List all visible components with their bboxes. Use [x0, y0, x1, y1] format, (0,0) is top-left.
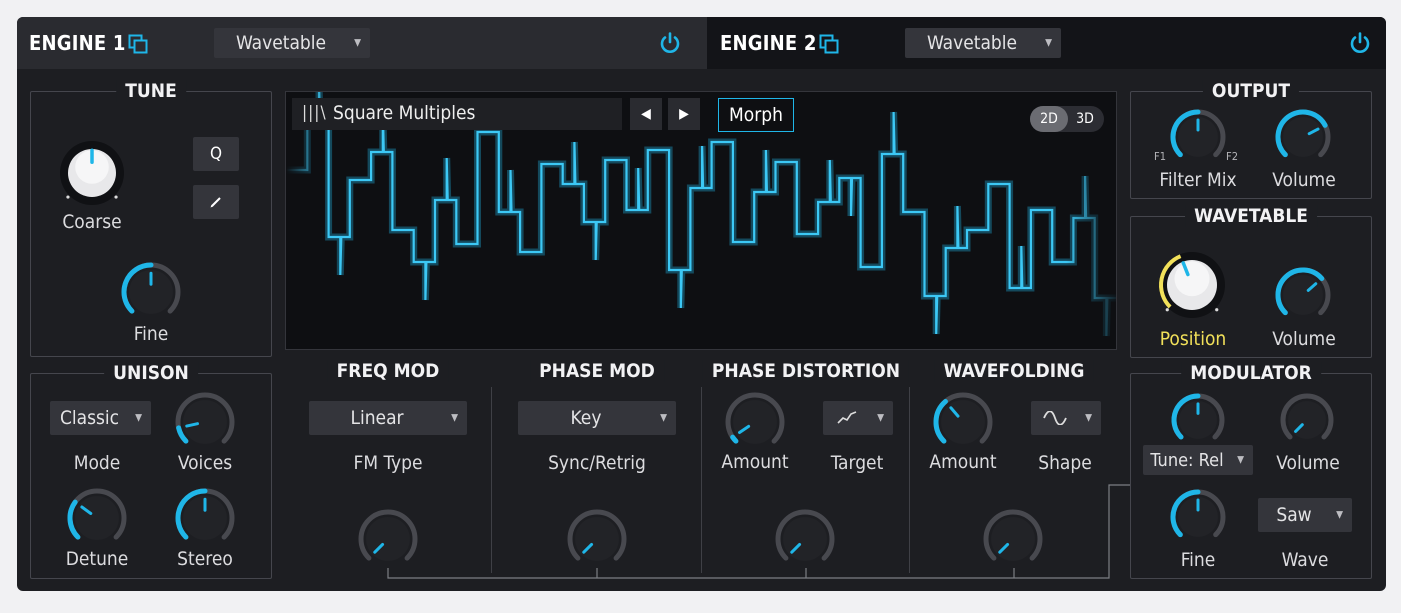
modulator-tune-value: Tune: Rel: [1150, 449, 1224, 471]
output-title: OUTPUT: [1202, 80, 1300, 102]
knob-graphic: [1170, 489, 1226, 538]
modulator-volume-knob[interactable]: [1279, 392, 1335, 448]
modulator-fine-knob[interactable]: [1169, 488, 1227, 546]
modulator-tune-dropdown[interactable]: Tune: Rel ▼: [1143, 445, 1253, 475]
filter-mix-label: Filter Mix: [1159, 169, 1237, 191]
synth-panel: ENGINE 1 Wavetable ▼ ENGINE 2 Wavetable ▼ …: [17, 17, 1386, 591]
knob-graphic: [1280, 393, 1334, 440]
knob-graphic: [1171, 393, 1225, 440]
modulator-tune-knob[interactable]: [1170, 392, 1226, 448]
position-knob[interactable]: [1155, 248, 1229, 322]
modulator-volume-label: Volume: [1276, 452, 1340, 474]
modulator-wave-value: Saw: [1276, 504, 1312, 526]
wavetable-volume-label: Volume: [1272, 328, 1336, 350]
output-volume-knob[interactable]: [1274, 108, 1332, 166]
wavetable-volume-knob[interactable]: [1274, 266, 1332, 324]
position-label: Position: [1159, 328, 1227, 350]
output-volume-label: Volume: [1272, 169, 1336, 191]
modulator-wave-dropdown[interactable]: Saw ▼: [1258, 498, 1352, 532]
filter-mix-knob[interactable]: [1169, 108, 1227, 166]
knob-graphic: [1170, 109, 1226, 158]
knob-graphic: [1275, 109, 1331, 158]
f2-label: F2: [1226, 150, 1238, 163]
modulator-fine-label: Fine: [1180, 549, 1216, 571]
modulator-title: MODULATOR: [1181, 362, 1321, 384]
knob-graphic: [1159, 252, 1225, 318]
f1-label: F1: [1154, 150, 1166, 163]
wavetable-title: WAVETABLE: [1185, 205, 1317, 227]
knob-graphic: [1275, 267, 1331, 316]
chevron-down-icon: ▼: [1336, 509, 1343, 521]
modulator-panel: [1130, 373, 1372, 579]
chevron-down-icon: ▼: [1237, 454, 1244, 466]
modulator-wave-label: Wave: [1281, 549, 1329, 571]
